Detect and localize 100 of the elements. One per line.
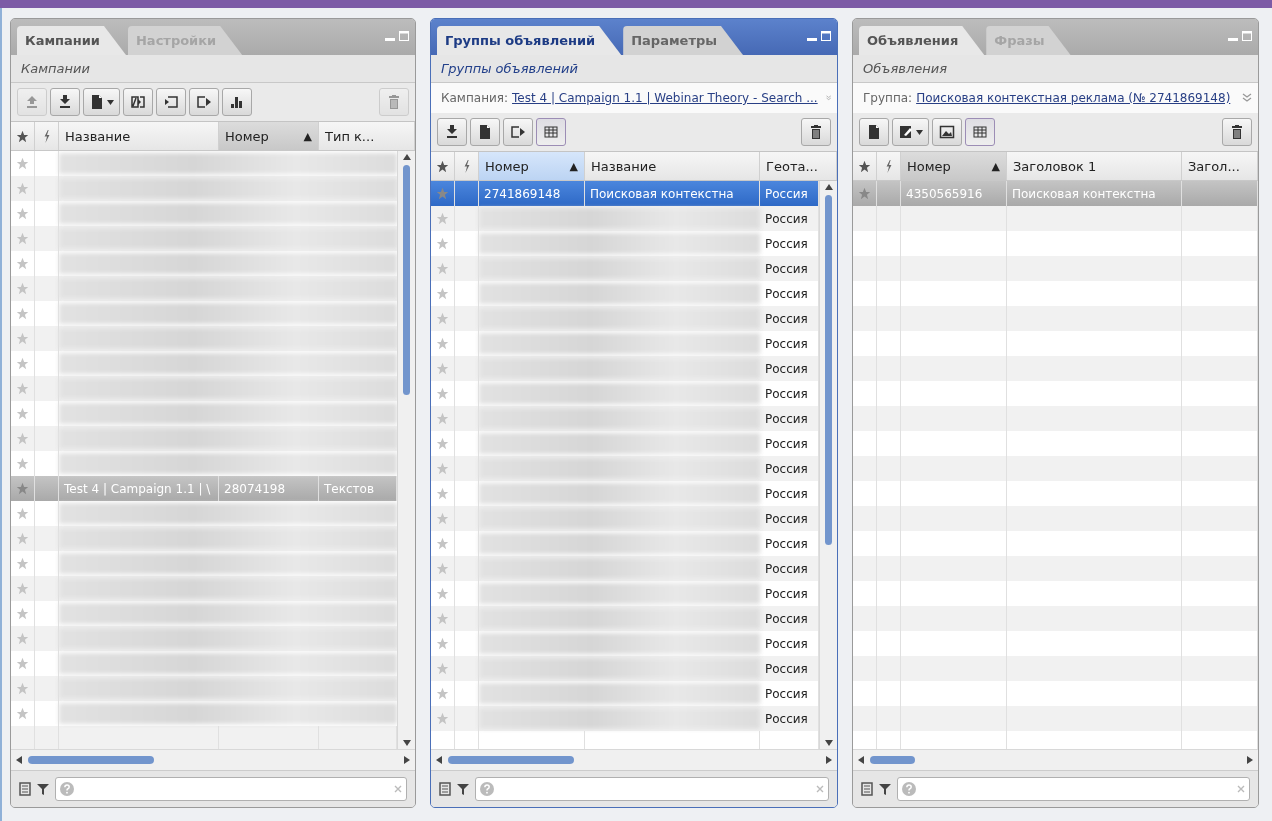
star-icon[interactable] (16, 357, 29, 370)
star-icon[interactable] (436, 487, 449, 500)
star-icon[interactable] (16, 129, 29, 143)
scroll-thumb[interactable] (403, 165, 410, 395)
toolbar-button[interactable] (83, 88, 120, 116)
tab[interactable]: Параметры (623, 26, 743, 55)
maximize-icon[interactable] (399, 31, 409, 41)
toolbar-button[interactable] (156, 88, 186, 116)
star-icon[interactable] (16, 682, 29, 695)
star-icon[interactable] (16, 232, 29, 245)
column-header[interactable]: Загол... (1182, 152, 1258, 180)
toolbar-button[interactable] (859, 118, 889, 146)
table-row[interactable] (11, 276, 397, 301)
list-icon[interactable] (19, 782, 31, 796)
star-icon[interactable] (16, 157, 29, 170)
table-row[interactable]: Россия (431, 331, 819, 356)
double-chevron-icon[interactable] (1242, 93, 1252, 103)
star-icon[interactable] (16, 582, 29, 595)
star-icon[interactable] (16, 507, 29, 520)
table-row[interactable]: Россия (431, 431, 819, 456)
star-icon[interactable] (436, 587, 449, 600)
star-icon[interactable] (436, 237, 449, 250)
filter-icon[interactable] (37, 783, 49, 795)
star-icon[interactable] (16, 382, 29, 395)
search-field[interactable] (475, 777, 829, 801)
table-row[interactable]: Россия (431, 581, 819, 606)
toolbar-button[interactable] (503, 118, 533, 146)
search-field[interactable] (55, 777, 407, 801)
clear-icon[interactable] (1237, 785, 1245, 793)
toolbar-button[interactable] (470, 118, 500, 146)
star-icon[interactable] (436, 687, 449, 700)
column-header[interactable]: Номер ▲ (479, 152, 585, 180)
table-row[interactable]: Россия (431, 256, 819, 281)
toolbar-button[interactable] (1222, 118, 1252, 146)
table-row[interactable]: Россия (431, 406, 819, 431)
list-icon[interactable] (861, 782, 873, 796)
star-icon[interactable] (436, 437, 449, 450)
star-icon[interactable] (16, 282, 29, 295)
minimize-icon[interactable] (385, 38, 395, 41)
table-row[interactable]: Россия (431, 231, 819, 256)
star-icon[interactable] (436, 187, 449, 200)
star-icon[interactable] (16, 432, 29, 445)
tab[interactable]: Кампании (17, 26, 126, 55)
table-row[interactable]: Россия (431, 456, 819, 481)
table-row[interactable]: Россия (431, 681, 819, 706)
table-row[interactable]: Россия (431, 656, 819, 681)
star-icon[interactable] (436, 337, 449, 350)
table-row[interactable]: Россия (431, 281, 819, 306)
star-icon[interactable] (16, 557, 29, 570)
toolbar-button[interactable] (536, 118, 566, 146)
toolbar-button[interactable] (892, 118, 929, 146)
star-icon[interactable] (858, 187, 871, 200)
table-row[interactable] (11, 376, 397, 401)
table-row[interactable] (11, 576, 397, 601)
table-row[interactable]: Россия (431, 381, 819, 406)
clear-icon[interactable] (394, 785, 402, 793)
star-icon[interactable] (16, 632, 29, 645)
star-icon[interactable] (436, 287, 449, 300)
maximize-icon[interactable] (1242, 31, 1252, 41)
star-icon[interactable] (16, 332, 29, 345)
filter-icon[interactable] (879, 783, 891, 795)
table-row[interactable] (11, 176, 397, 201)
table-row[interactable]: Россия (431, 356, 819, 381)
toolbar-button[interactable] (222, 88, 252, 116)
toolbar-button[interactable] (437, 118, 467, 146)
maximize-icon[interactable] (821, 31, 831, 41)
context-link[interactable]: Test 4 | Campaign 1.1 | Webinar Theory - Search ... (512, 91, 818, 105)
star-icon[interactable] (16, 182, 29, 195)
star-icon[interactable] (436, 212, 449, 225)
table-row[interactable]: Россия (431, 481, 819, 506)
filter-icon[interactable] (457, 783, 469, 795)
table-row[interactable]: Россия (431, 206, 819, 231)
column-header[interactable]: Название (585, 152, 760, 180)
column-header[interactable]: Геота... (760, 152, 837, 180)
star-icon[interactable] (16, 257, 29, 270)
scroll-thumb[interactable] (825, 195, 832, 545)
table-row[interactable] (11, 626, 397, 651)
minimize-icon[interactable] (807, 38, 817, 41)
star-icon[interactable] (16, 532, 29, 545)
toolbar-button[interactable] (50, 88, 80, 116)
context-link[interactable]: Поисковая контекстная реклама (№ 2741869148) (916, 91, 1231, 105)
list-icon[interactable] (439, 782, 451, 796)
star-icon[interactable] (16, 657, 29, 670)
table-row[interactable]: Россия (431, 706, 819, 731)
double-chevron-icon[interactable] (825, 93, 831, 103)
toolbar-button[interactable] (189, 88, 219, 116)
star-icon[interactable] (436, 462, 449, 475)
scroll-thumb[interactable] (28, 756, 154, 764)
table-row[interactable] (11, 326, 397, 351)
star-icon[interactable] (436, 637, 449, 650)
column-header[interactable]: Заголовок 1 (1007, 152, 1182, 180)
toolbar-button[interactable] (801, 118, 831, 146)
toolbar-button[interactable] (965, 118, 995, 146)
table-row[interactable]: Россия (431, 506, 819, 531)
star-icon[interactable] (436, 362, 449, 375)
star-icon[interactable] (436, 262, 449, 275)
star-icon[interactable] (436, 537, 449, 550)
table-row[interactable]: Россия (431, 606, 819, 631)
tab[interactable]: Группы объявлений (437, 26, 622, 55)
star-icon[interactable] (436, 387, 449, 400)
